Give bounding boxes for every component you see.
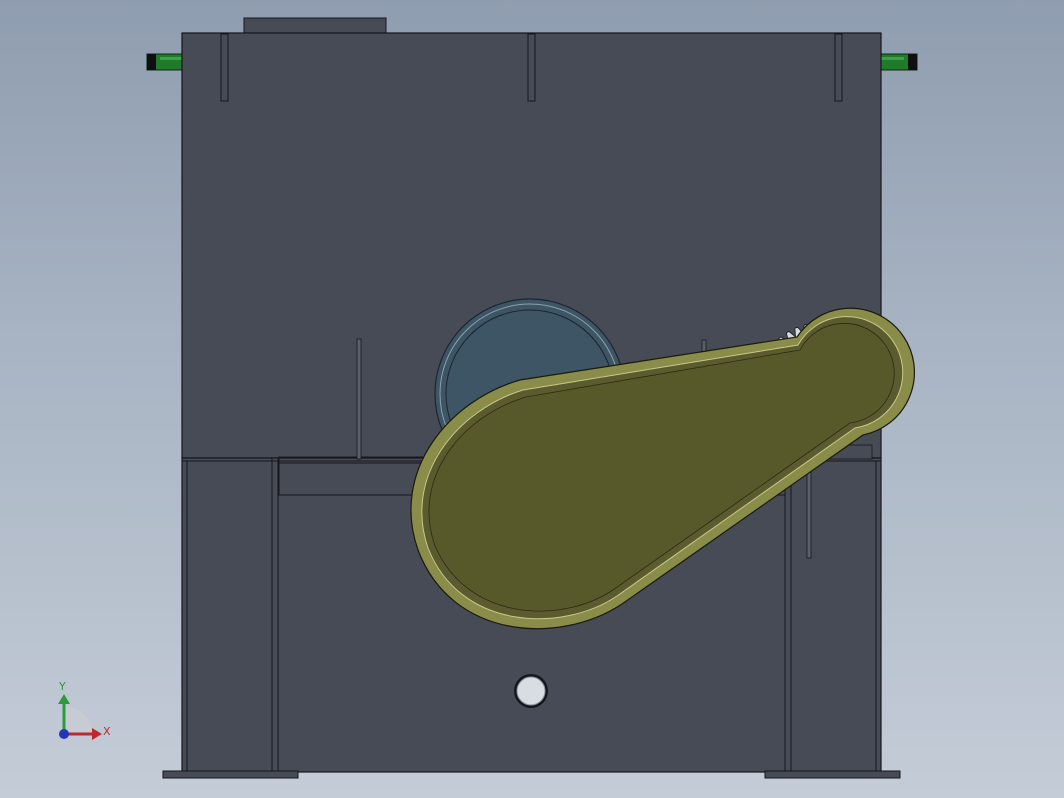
z-axis-dot [59,729,69,739]
y-axis-label: Y [58,680,66,693]
y-axis-head [58,694,70,704]
left-handle[interactable] [146,53,184,71]
cad-model-view[interactable]: Y X [0,0,1064,798]
graphics-viewport[interactable]: Y X [0,0,1064,798]
left-foot[interactable] [162,770,299,779]
right-foot[interactable] [764,770,901,779]
right-handle[interactable] [880,53,918,71]
x-axis-label: X [103,725,111,738]
drain-hole[interactable] [514,674,548,708]
x-axis-head [92,728,102,740]
top-cover-plate[interactable] [243,17,387,35]
coordinate-triad: Y X [58,680,111,740]
